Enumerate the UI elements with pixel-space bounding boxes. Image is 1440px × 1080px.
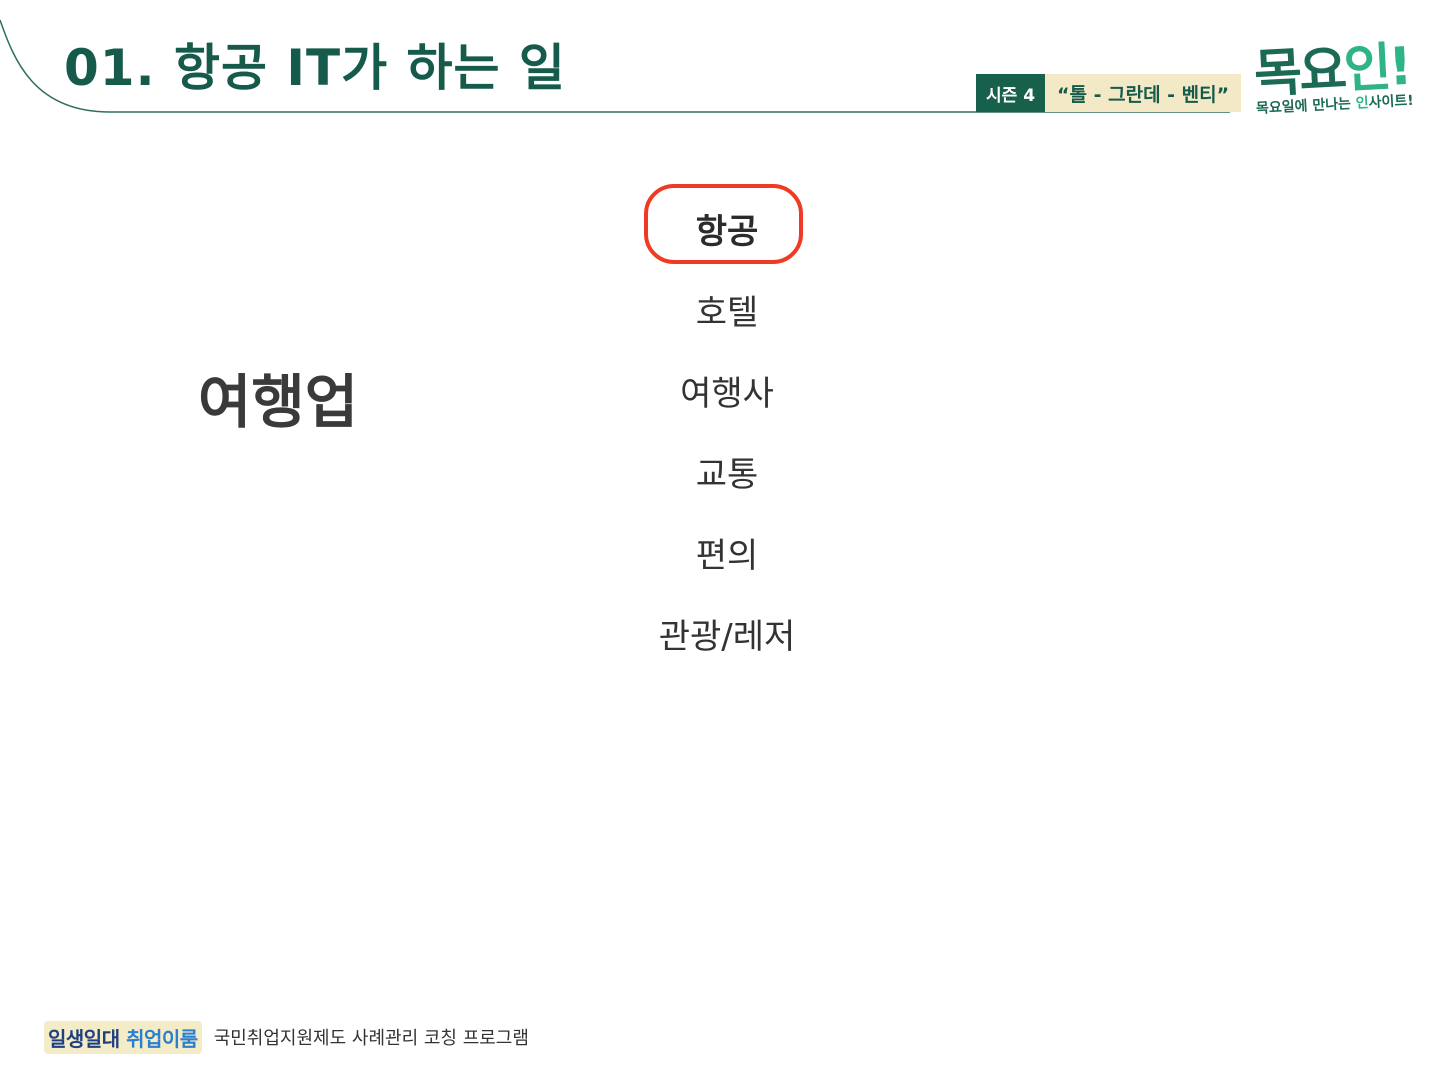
footer-program-text: 국민취업지원제도 사례관리 코칭 프로그램 bbox=[213, 1028, 529, 1049]
list-item: 호텔 bbox=[580, 281, 874, 362]
page-title: 01. 항공 IT가 하는 일 bbox=[64, 39, 566, 97]
subcategory-list: 항공 호텔 여행사 교통 편의 관광/레저 bbox=[580, 200, 874, 686]
list-item-label: 편의 bbox=[695, 536, 759, 576]
footer: 일생일대 취업이룸 국민취업지원제도 사례관리 코칭 프로그램 bbox=[44, 1020, 529, 1054]
list-item-label: 여행사 bbox=[680, 374, 774, 414]
list-item-label: 관광/레저 bbox=[658, 617, 796, 657]
season-tagline: “톨 - 그란데 - 벤티” bbox=[1045, 74, 1242, 112]
logo-subtitle-part2: 인 bbox=[1355, 95, 1370, 112]
list-item-label: 호텔 bbox=[695, 293, 759, 333]
list-item: 여행사 bbox=[580, 362, 874, 443]
list-item: 관광/레저 bbox=[580, 605, 874, 686]
season-label: 시즌 4 bbox=[976, 74, 1046, 112]
season-badge: 시즌 4 “톨 - 그란데 - 벤티” bbox=[976, 74, 1242, 112]
footer-brand-part1: 일생일대 bbox=[48, 1026, 127, 1051]
logo-subtitle-part3: 사이트! bbox=[1368, 92, 1415, 112]
slide: 01. 항공 IT가 하는 일 시즌 4 “톨 - 그란데 - 벤티” 목요인!… bbox=[0, 0, 1440, 1080]
list-item: 편의 bbox=[580, 524, 874, 605]
list-item-label: 항공 bbox=[695, 212, 759, 252]
list-item: 항공 bbox=[580, 200, 874, 281]
list-item: 교통 bbox=[580, 443, 874, 524]
footer-brand-part2: 취업이룸 bbox=[126, 1026, 198, 1051]
category-heading: 여행업 bbox=[198, 368, 359, 436]
mokyoin-logo: 목요인! 목요일에 만나는 인사이트! bbox=[1250, 32, 1420, 132]
list-item-label: 교통 bbox=[695, 455, 759, 495]
logo-subtitle-part1: 목요일에 만나는 bbox=[1255, 95, 1357, 117]
footer-brand-logo: 일생일대 취업이룸 bbox=[44, 1020, 202, 1054]
